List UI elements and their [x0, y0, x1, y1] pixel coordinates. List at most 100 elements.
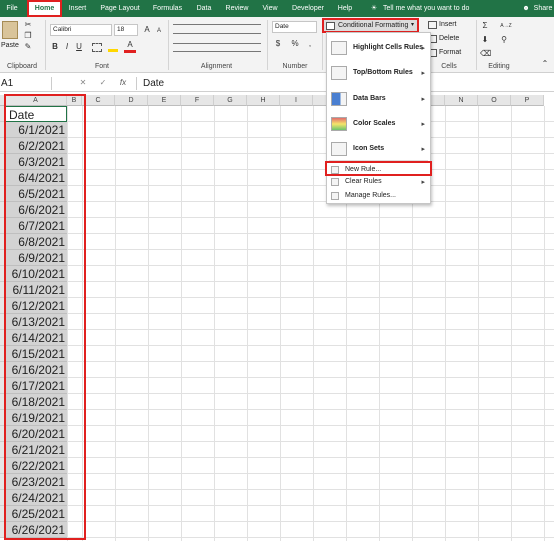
underline-icon[interactable]: U: [74, 42, 84, 52]
menu-item-icon-sets[interactable]: Icon Sets ▸: [327, 137, 430, 161]
find-icon[interactable]: ⚲: [499, 35, 509, 45]
tab-home[interactable]: Home: [27, 0, 62, 17]
cell-a-date[interactable]: 6/8/2021: [5, 234, 67, 250]
cell-a-date[interactable]: 6/21/2021: [5, 442, 67, 458]
fill-icon[interactable]: ⬇: [480, 35, 490, 45]
select-all-corner[interactable]: [0, 95, 5, 106]
insert-button[interactable]: Insert: [439, 21, 457, 28]
italic-icon[interactable]: I: [62, 42, 72, 52]
alignment-icons-row[interactable]: [173, 43, 261, 52]
column-header-p[interactable]: P: [511, 95, 544, 106]
cell-a-date[interactable]: 6/19/2021: [5, 410, 67, 426]
clear-icon[interactable]: ⌫: [480, 49, 491, 59]
tab-help[interactable]: Help: [335, 0, 355, 17]
column-header-f[interactable]: F: [181, 95, 214, 106]
cell-a-date[interactable]: 6/15/2021: [5, 346, 67, 362]
format-painter-icon[interactable]: ✎: [23, 42, 33, 52]
enter-icon[interactable]: ✓: [98, 78, 108, 88]
font-name-box[interactable]: Calibri: [50, 24, 112, 36]
menu-item-clear-rules[interactable]: Clear Rules ▸: [327, 176, 430, 189]
delete-button[interactable]: Delete: [439, 35, 459, 42]
cell-a-date[interactable]: 6/20/2021: [5, 426, 67, 442]
cell-a-date[interactable]: 6/12/2021: [5, 298, 67, 314]
collapse-ribbon-icon[interactable]: ⌃: [540, 59, 550, 69]
menu-item-data-bars[interactable]: Data Bars ▸: [327, 87, 430, 111]
share-button[interactable]: Share: [533, 0, 553, 17]
cell-a-date[interactable]: 6/5/2021: [5, 186, 67, 202]
cell-a-date[interactable]: 6/26/2021: [5, 522, 67, 538]
tab-file[interactable]: File: [2, 0, 22, 17]
tab-developer[interactable]: Developer: [289, 0, 327, 17]
chevron-right-icon: ▸: [421, 96, 425, 103]
column-header-c[interactable]: C: [82, 95, 115, 106]
column-header-i[interactable]: I: [280, 95, 313, 106]
tell-me-search[interactable]: Tell me what you want to do: [383, 0, 475, 17]
cell-a-date[interactable]: 6/13/2021: [5, 314, 67, 330]
menu-item-highlight-cells-rules[interactable]: Highlight Cells Rules ▸: [327, 36, 430, 60]
bold-icon[interactable]: B: [50, 42, 60, 52]
cell-a-date[interactable]: 6/23/2021: [5, 474, 67, 490]
cell-a-date[interactable]: 6/2/2021: [5, 138, 67, 154]
cell-a-date[interactable]: 6/18/2021: [5, 394, 67, 410]
align-icons[interactable]: [173, 24, 261, 34]
borders-icon[interactable]: [92, 43, 102, 52]
cell-a-date[interactable]: 6/6/2021: [5, 202, 67, 218]
cell-a-date[interactable]: 6/24/2021: [5, 490, 67, 506]
cell-a-date[interactable]: 6/25/2021: [5, 506, 67, 522]
font-size-box[interactable]: 18: [114, 24, 138, 36]
cell-a-date[interactable]: 6/17/2021: [5, 378, 67, 394]
font-color-icon[interactable]: A: [124, 40, 136, 53]
tab-view[interactable]: View: [259, 0, 281, 17]
worksheet-grid[interactable]: ABCDEFGHIJKLMNOPDate6/1/20216/2/20216/3/…: [0, 95, 554, 541]
paste-icon[interactable]: [2, 21, 18, 39]
share-icon[interactable]: ☻: [520, 0, 532, 17]
cell-a-date[interactable]: 6/16/2021: [5, 362, 67, 378]
decrease-font-icon[interactable]: A: [154, 26, 164, 36]
menu-item-top-bottom-rules[interactable]: Top/Bottom Rules ▸: [327, 61, 430, 85]
column-header-b[interactable]: B: [67, 95, 82, 106]
currency-icon[interactable]: $: [273, 39, 283, 49]
tab-formulas[interactable]: Formulas: [150, 0, 185, 17]
column-header-g[interactable]: G: [214, 95, 247, 106]
menu-item-new-rule[interactable]: New Rule...: [325, 161, 432, 176]
tab-page-layout[interactable]: Page Layout: [98, 0, 142, 17]
column-header-a[interactable]: A: [5, 95, 67, 106]
paste-button[interactable]: Paste: [1, 42, 21, 49]
cell-a-date[interactable]: 6/14/2021: [5, 330, 67, 346]
format-button[interactable]: Format: [439, 49, 461, 56]
cell-a1-header[interactable]: Date: [5, 106, 67, 122]
cell-a-date[interactable]: 6/10/2021: [5, 266, 67, 282]
fill-color-icon[interactable]: [108, 43, 118, 52]
copy-icon[interactable]: ❐: [23, 31, 33, 41]
comma-icon[interactable]: ,: [305, 39, 315, 49]
column-header-d[interactable]: D: [115, 95, 148, 106]
name-box[interactable]: A1: [0, 77, 52, 90]
menu-item-manage-rules[interactable]: Manage Rules...: [327, 190, 430, 203]
cancel-icon[interactable]: ✕: [78, 78, 88, 88]
conditional-formatting-button[interactable]: Conditional Formatting ▾: [322, 18, 419, 33]
insert-function-icon[interactable]: fx: [117, 78, 129, 88]
number-format-box[interactable]: Date: [272, 21, 317, 33]
gridline: [148, 106, 149, 541]
gridline: [5, 313, 554, 314]
cell-a-date[interactable]: 6/3/2021: [5, 154, 67, 170]
column-header-e[interactable]: E: [148, 95, 181, 106]
autosum-icon[interactable]: Σ: [480, 21, 490, 31]
increase-font-icon[interactable]: A: [142, 25, 152, 35]
cell-a-date[interactable]: 6/22/2021: [5, 458, 67, 474]
sort-icon[interactable]: A→Z: [499, 21, 513, 31]
cell-a-date[interactable]: 6/1/2021: [5, 122, 67, 138]
column-header-h[interactable]: H: [247, 95, 280, 106]
column-header-n[interactable]: N: [445, 95, 478, 106]
cell-a-date[interactable]: 6/9/2021: [5, 250, 67, 266]
column-header-o[interactable]: O: [478, 95, 511, 106]
tab-insert[interactable]: Insert: [65, 0, 90, 17]
cell-a-date[interactable]: 6/7/2021: [5, 218, 67, 234]
tab-data[interactable]: Data: [193, 0, 215, 17]
tab-review[interactable]: Review: [223, 0, 251, 17]
menu-item-color-scales[interactable]: Color Scales ▸: [327, 112, 430, 136]
percent-icon[interactable]: %: [290, 39, 300, 49]
cell-a-date[interactable]: 6/4/2021: [5, 170, 67, 186]
cut-icon[interactable]: ✂: [23, 20, 33, 30]
cell-a-date[interactable]: 6/11/2021: [5, 282, 67, 298]
